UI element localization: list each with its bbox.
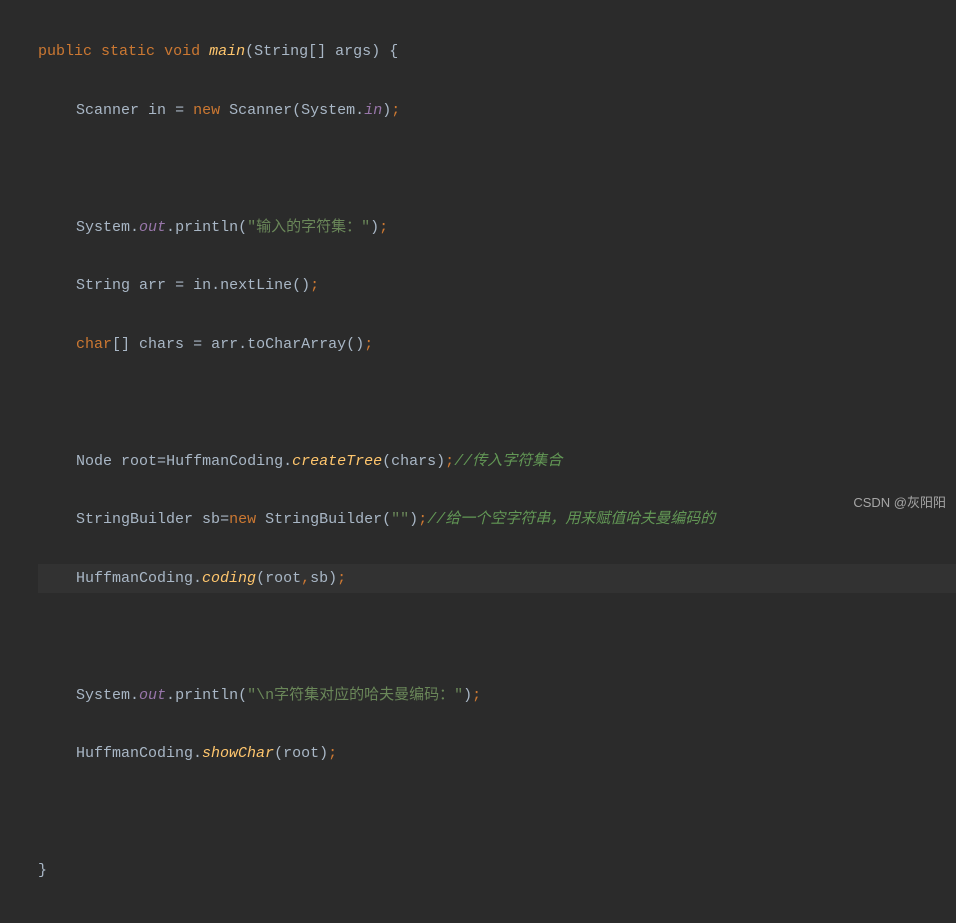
watermark: CSDN @灰阳阳 (853, 490, 946, 515)
code-line-empty (38, 388, 956, 417)
code-line: StringBuilder sb=new StringBuilder("");/… (38, 505, 956, 534)
code-line: Scanner in = new Scanner(System.in); (38, 96, 956, 125)
code-line: } (38, 856, 956, 885)
code-line: String arr = in.nextLine(); (38, 271, 956, 300)
code-line-empty (38, 154, 956, 183)
code-line-highlighted: HuffmanCoding.coding(root,sb); (38, 564, 956, 593)
code-line: public static void main(String[] args) { (38, 37, 956, 66)
code-editor[interactable]: public static void main(String[] args) {… (0, 0, 956, 923)
code-line: HuffmanCoding.showChar(root); (38, 739, 956, 768)
code-line: System.out.println("\n字符集对应的哈夫曼编码："); (38, 681, 956, 710)
code-line-empty (38, 622, 956, 651)
code-line: char[] chars = arr.toCharArray(); (38, 330, 956, 359)
code-line: Node root=HuffmanCoding.createTree(chars… (38, 447, 956, 476)
code-line-empty (38, 798, 956, 827)
code-line: System.out.println("输入的字符集："); (38, 213, 956, 242)
